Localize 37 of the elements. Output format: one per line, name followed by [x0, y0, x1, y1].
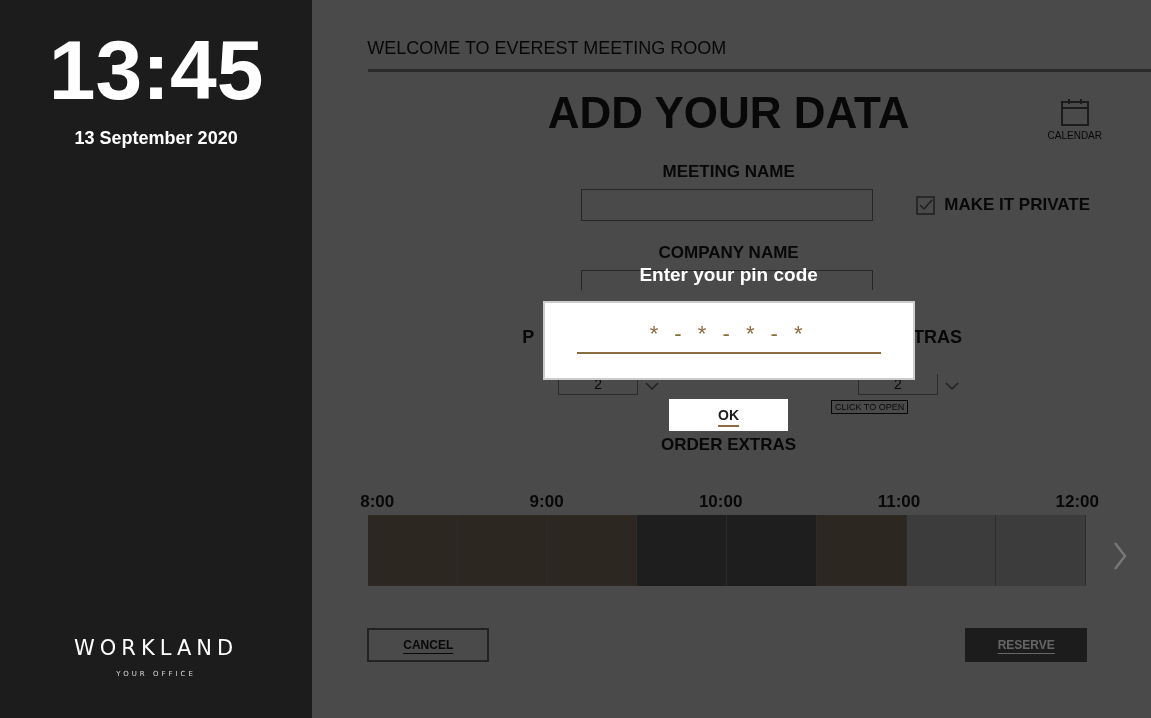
room-title: WELCOME TO EVEREST MEETING ROOM [367, 38, 728, 59]
time-slot[interactable] [727, 515, 817, 586]
time-slot[interactable] [817, 515, 907, 586]
caret-down-icon[interactable] [645, 382, 660, 390]
field-label: TRAS [913, 327, 962, 348]
checkbox-label: MAKE IT PRIVATE [944, 195, 1090, 215]
calendar-icon [1060, 98, 1089, 126]
chevron-right-icon[interactable] [1113, 541, 1127, 571]
field-label: P [522, 327, 535, 348]
time-slot[interactable] [637, 515, 728, 586]
caret-down-icon[interactable] [945, 382, 959, 390]
hour-label: 11:00 [877, 492, 921, 512]
date-text: 13 September 2020 [74, 128, 238, 149]
hour-label: 8:00 [360, 492, 395, 512]
checkbox[interactable] [916, 195, 936, 215]
section-label: ORDER EXTRAS [660, 435, 798, 455]
time-slot[interactable] [368, 515, 458, 586]
pin-field[interactable]: * - * - * - * [576, 321, 881, 354]
company-name-field[interactable] [581, 270, 874, 290]
time-slot[interactable] [906, 515, 997, 586]
field-label: MEETING NAME [661, 162, 796, 182]
meeting-name-field[interactable] [581, 189, 874, 221]
cancel-button[interactable]: CANCEL [367, 628, 490, 662]
brand-name: WORKLAND [74, 636, 239, 660]
time-slot[interactable] [458, 515, 548, 586]
hour-label: 10:00 [698, 492, 743, 512]
ok-button[interactable]: OK [669, 399, 789, 431]
form-title: ADD YOUR DATA [547, 88, 910, 139]
dialog-title: Enter your pin code [639, 264, 818, 286]
time-slot[interactable] [996, 515, 1087, 586]
hour-label: 12:00 [1055, 492, 1099, 512]
field-label: COMPANY NAME [657, 243, 800, 263]
clock-time: 13:45 [48, 28, 264, 112]
time-slot[interactable] [547, 515, 638, 586]
reserve-button[interactable]: RESERVE [965, 628, 1088, 662]
calendar-button[interactable]: CALENDAR [1047, 98, 1102, 141]
hour-label: 9:00 [529, 492, 564, 512]
